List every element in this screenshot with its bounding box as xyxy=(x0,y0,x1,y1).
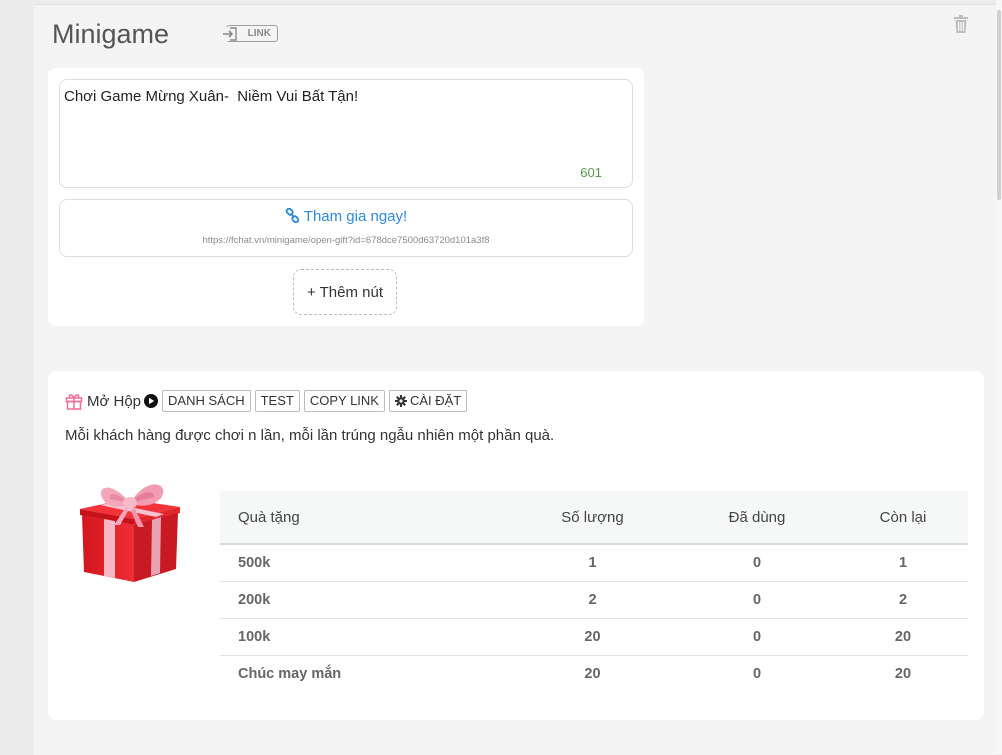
game-description: Mỗi khách hàng được chơi n lần, mỗi lần … xyxy=(65,427,555,444)
message-text[interactable]: Chơi Game Mừng Xuân- Niềm Vui Bất Tận! xyxy=(64,88,358,105)
col-header-prize: Quà tặng xyxy=(220,491,509,545)
join-button-label: Tham gia ngay! xyxy=(303,208,408,225)
cell-remaining: 20 xyxy=(838,618,968,656)
cell-remaining: 1 xyxy=(838,544,968,582)
cell-prize: 200k xyxy=(220,581,509,619)
join-button[interactable]: Tham gia ngay! xyxy=(60,207,632,225)
table-row: Chúc may mắn 20 0 20 xyxy=(220,656,968,693)
message-card: Chơi Game Mừng Xuân- Niềm Vui Bất Tận! 6… xyxy=(48,68,644,326)
cell-quantity: 20 xyxy=(509,618,676,656)
cell-quantity: 20 xyxy=(584,666,601,682)
gift-icon xyxy=(65,394,83,410)
enter-icon xyxy=(221,27,239,41)
play-circle-icon[interactable] xyxy=(144,394,159,408)
table-row: 100k 20 0 20 xyxy=(220,618,968,656)
gear-icon xyxy=(394,395,407,407)
link-icon xyxy=(285,207,300,224)
cell-used: 0 xyxy=(676,581,838,619)
scrollbar[interactable] xyxy=(996,0,1002,754)
settings-button-label: CÀI ĐẶT xyxy=(409,393,462,408)
cell-used: 0 xyxy=(676,544,838,582)
link-badge[interactable]: LINK xyxy=(221,25,278,42)
settings-button[interactable]: CÀI ĐẶT xyxy=(388,390,468,412)
join-button-url: https://fchat.vn/minigame/open-gift?id=6… xyxy=(202,235,490,246)
add-button[interactable]: + Thêm nút xyxy=(293,269,397,315)
cell-remaining: 20 xyxy=(894,666,912,682)
minigame-card: Mở Hộp DANH SÁCH TEST COPY LINK CÀI ĐẶT … xyxy=(48,371,984,720)
join-button-box[interactable]: Tham gia ngay! https://fchat.vn/minigame… xyxy=(59,199,633,257)
main-panel: Minigame LINK Chơi Game Mừng Xuân- Niềm … xyxy=(34,4,996,755)
link-badge-label: LINK xyxy=(247,28,271,39)
game-header: Mở Hộp DANH SÁCH TEST COPY LINK CÀI ĐẶT xyxy=(65,389,471,413)
list-button[interactable]: DANH SÁCH xyxy=(162,390,251,412)
cell-used: 0 xyxy=(676,618,838,656)
table-row: 500k 1 0 1 xyxy=(220,544,968,582)
cell-quantity: 1 xyxy=(509,544,676,582)
copy-link-button[interactable]: COPY LINK xyxy=(303,390,385,412)
prize-table: Quà tặng Số lượng Đã dùng Còn lại 500k 1… xyxy=(220,491,968,692)
cell-remaining: 2 xyxy=(838,581,968,619)
char-counter: 601 xyxy=(580,165,602,180)
cell-used: 0 xyxy=(752,666,762,682)
table-header-row: Quà tặng Số lượng Đã dùng Còn lại xyxy=(220,491,968,545)
game-name: Mở Hộp xyxy=(87,392,142,410)
cell-quantity: 2 xyxy=(509,581,676,619)
cell-prize: Chúc may mắn xyxy=(238,666,342,682)
cell-prize: 100k xyxy=(220,618,509,656)
col-header-used: Đã dùng xyxy=(676,491,838,545)
col-header-quantity: Số lượng xyxy=(509,491,676,545)
left-sidebar-strip xyxy=(0,0,34,754)
col-header-remaining: Còn lại xyxy=(838,491,968,545)
gift-box-image xyxy=(80,484,180,582)
test-button[interactable]: TEST xyxy=(254,390,300,412)
page-title: Minigame xyxy=(52,19,170,49)
table-row: 200k 2 0 2 xyxy=(220,581,968,619)
trash-icon[interactable] xyxy=(954,15,968,33)
cell-prize: 500k xyxy=(220,544,509,582)
scrollbar-thumb[interactable] xyxy=(997,10,1001,200)
message-textarea[interactable]: Chơi Game Mừng Xuân- Niềm Vui Bất Tận! 6… xyxy=(59,79,633,188)
